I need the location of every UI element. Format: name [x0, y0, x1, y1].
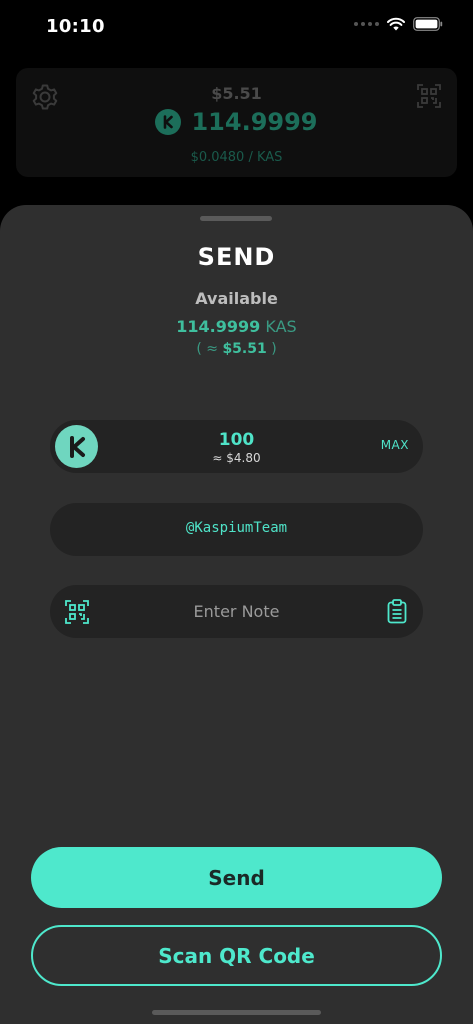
wallet-fiat-balance: $5.51: [211, 84, 262, 103]
available-label: Available: [195, 289, 278, 308]
wifi-icon: [387, 17, 405, 31]
wallet-summary-card: $5.51 114.9999 $0.0480 / KAS: [16, 68, 457, 177]
max-button[interactable]: MAX: [381, 438, 409, 452]
amount-value[interactable]: 100: [50, 430, 423, 450]
address-field[interactable]: @KaspiumTeam: [50, 503, 423, 556]
available-fiat-suffix: ): [271, 341, 277, 357]
send-sheet: SEND Available 114.9999 KAS ( ≈ $5.51 ) …: [0, 205, 473, 1024]
available-amount-value: 114.9999: [176, 317, 261, 336]
available-amount-unit: KAS: [265, 317, 297, 336]
sheet-title: SEND: [197, 243, 276, 271]
qr-scan-icon[interactable]: [65, 600, 89, 628]
available-fiat: ( ≈ $5.51 ): [0, 341, 473, 357]
qr-code-icon[interactable]: [417, 84, 441, 112]
send-button[interactable]: Send: [31, 847, 442, 908]
home-indicator[interactable]: [152, 1010, 321, 1015]
kaspa-logo-icon: [155, 109, 182, 135]
battery-icon: [413, 17, 443, 31]
status-icons: [354, 17, 443, 31]
scan-qr-code-button[interactable]: Scan QR Code: [31, 925, 442, 986]
status-time: 10:10: [46, 16, 105, 37]
status-bar: 10:10: [0, 0, 473, 54]
note-field[interactable]: [50, 585, 423, 638]
sheet-grabber[interactable]: [200, 216, 272, 221]
note-input[interactable]: [110, 585, 363, 638]
wallet-kas-price: $0.0480 / KAS: [190, 150, 283, 165]
clipboard-paste-icon[interactable]: [387, 599, 407, 628]
cellular-signal-icon: [354, 22, 379, 26]
amount-fiat-value: ≈ $4.80: [212, 451, 261, 465]
amount-field[interactable]: 100 ≈ $4.80 MAX: [50, 420, 423, 473]
available-fiat-value: $5.51: [222, 341, 267, 357]
available-fiat-prefix: ( ≈: [196, 341, 218, 357]
wallet-kas-balance: 114.9999: [191, 108, 318, 136]
address-value[interactable]: @KaspiumTeam: [50, 520, 423, 536]
available-amount: 114.9999 KAS: [0, 317, 473, 336]
wallet-balance-row: 114.9999: [16, 108, 457, 136]
